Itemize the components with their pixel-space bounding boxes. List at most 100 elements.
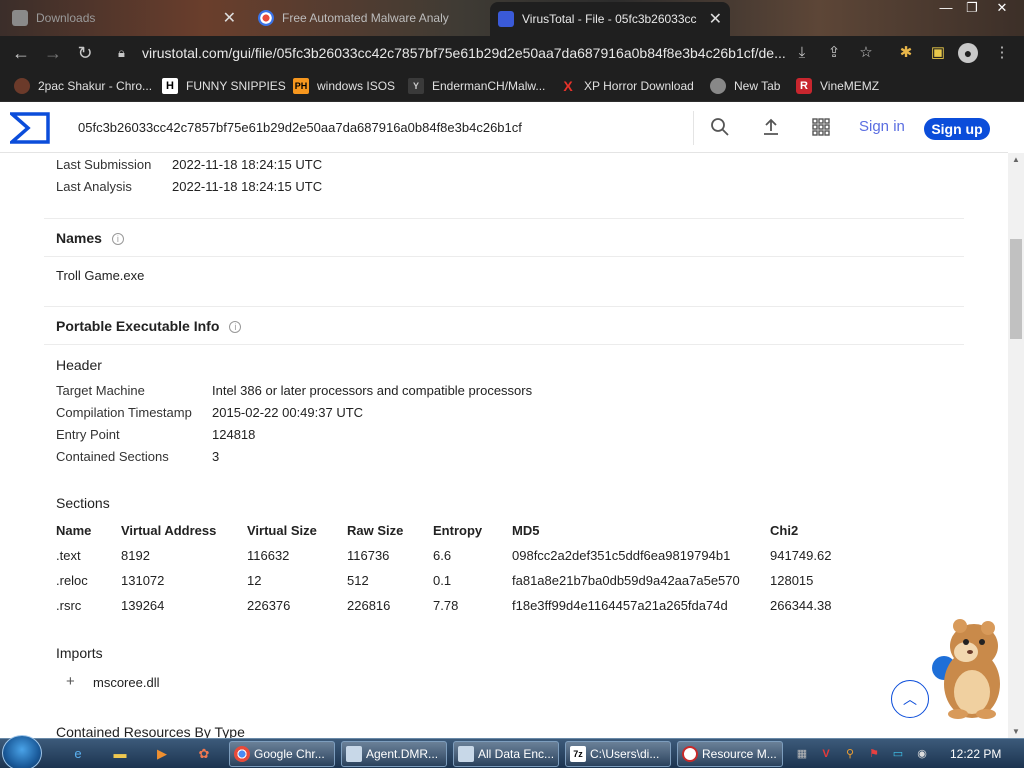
- chevron-up-icon: ︿: [903, 691, 917, 707]
- entry-point-label: Entry Point: [56, 427, 120, 442]
- divider: [44, 218, 964, 219]
- scroll-to-top-button[interactable]: ︿: [891, 680, 929, 718]
- tab-virustotal[interactable]: VirusTotal - File - 05fc3b26033cc ✕: [490, 2, 730, 36]
- more-menu-icon[interactable]: ⋮: [992, 43, 1012, 63]
- expand-plus-icon[interactable]: +: [66, 673, 75, 690]
- bookmark-label: New Tab: [734, 79, 781, 93]
- table-cell: 0.1: [433, 573, 452, 588]
- pe-title-text: Portable Executable Info: [56, 318, 220, 334]
- last-analysis-label: Last Analysis: [56, 179, 132, 194]
- forward-icon[interactable]: →: [42, 42, 64, 64]
- back-icon[interactable]: ←: [10, 42, 32, 64]
- app-quicklaunch-icon[interactable]: ✿: [194, 744, 214, 764]
- maximize-icon[interactable]: ❐: [960, 0, 984, 18]
- resource-monitor-icon: [682, 746, 698, 762]
- sign-in-link[interactable]: Sign in: [859, 118, 905, 135]
- start-button-icon[interactable]: [2, 735, 42, 768]
- names-title-text: Names: [56, 230, 102, 246]
- contained-sections-label: Contained Sections: [56, 449, 169, 464]
- side-panel-icon[interactable]: ▣: [928, 43, 948, 63]
- table-cell: .text: [56, 548, 81, 563]
- target-machine-value: Intel 386 or later processors and compat…: [212, 383, 533, 398]
- bookmark-2pac[interactable]: 2pac Shakur - Chro...: [14, 76, 152, 96]
- taskbar-item-7zip[interactable]: 7z C:\Users\di...: [565, 741, 671, 767]
- x-logo-icon: X: [563, 78, 573, 94]
- contained-sections-value: 3: [212, 449, 220, 464]
- page-scrollbar[interactable]: ▲ ▼: [1008, 153, 1024, 738]
- bookmark-endermanch[interactable]: Y EndermanCH/Malw...: [408, 76, 545, 96]
- taskbar-item-resource-monitor[interactable]: Resource M...: [677, 741, 783, 767]
- column-header: Raw Size: [347, 523, 404, 538]
- globe-icon: [710, 78, 726, 94]
- address-bar[interactable]: 🔒︎ virustotal.com/gui/file/05fc3b26033cc…: [108, 40, 888, 66]
- divider: [44, 306, 964, 307]
- ycombinator-icon: Y: [408, 78, 424, 94]
- tray-volume-icon[interactable]: ◉: [914, 746, 930, 762]
- tab-title: Downloads: [36, 11, 96, 25]
- extensions-icon[interactable]: ✱: [896, 43, 916, 63]
- bookmark-label: 2pac Shakur - Chro...: [38, 79, 153, 93]
- table-cell: 226816: [347, 598, 391, 613]
- share-icon[interactable]: ⇪: [824, 43, 844, 63]
- scroll-up-arrow-icon[interactable]: ▲: [1012, 155, 1020, 164]
- table-cell: 116736: [347, 548, 390, 563]
- tray-search-icon[interactable]: ⚲: [842, 746, 858, 762]
- scrollbar-thumb[interactable]: [1010, 239, 1022, 339]
- taskbar-item-label: Google Chr...: [254, 747, 325, 761]
- bookmark-xp-horror[interactable]: X XP Horror Download: [560, 76, 694, 96]
- table-cell: 098fcc2a2def351c5ddf6ea9819794b1: [512, 548, 731, 563]
- profile-avatar-icon[interactable]: ●: [958, 43, 978, 63]
- header-subtitle: Header: [56, 357, 102, 373]
- close-tab-icon[interactable]: ✕: [709, 9, 722, 29]
- internet-explorer-icon[interactable]: e: [68, 744, 88, 764]
- folder-icon[interactable]: ▬: [110, 744, 130, 764]
- table-cell: 139264: [121, 598, 165, 613]
- bookmark-star-icon[interactable]: ☆: [856, 43, 876, 63]
- table-cell: .rsrc: [56, 598, 82, 613]
- taskbar-item-agent[interactable]: Agent.DMR...: [341, 741, 447, 767]
- contained-resources-subtitle: Contained Resources By Type: [56, 724, 245, 738]
- taskbar-clock[interactable]: 12:22 PM: [950, 747, 1001, 761]
- column-header: MD5: [512, 523, 540, 538]
- windows-taskbar: e ▬ ▶ ✿ Google Chr... Agent.DMR... All D…: [0, 735, 1024, 768]
- tab-title: Free Automated Malware Analy: [282, 11, 449, 25]
- tray-flag-icon[interactable]: ⚑: [866, 746, 882, 762]
- taskbar-item-all-data[interactable]: All Data Enc...: [453, 741, 559, 767]
- tray-monitor-icon[interactable]: ▭: [890, 746, 906, 762]
- apps-grid-icon[interactable]: [810, 117, 832, 139]
- tab-downloads[interactable]: Downloads ✕: [4, 4, 244, 32]
- sign-up-button[interactable]: Sign up: [924, 118, 990, 140]
- column-header: Virtual Size: [247, 523, 317, 538]
- scroll-down-arrow-icon[interactable]: ▼: [1012, 727, 1020, 736]
- minimize-icon[interactable]: —: [934, 0, 958, 18]
- search-icon[interactable]: [709, 117, 731, 139]
- close-tab-icon[interactable]: ✕: [223, 8, 236, 28]
- upload-icon[interactable]: [760, 117, 782, 139]
- tray-app-icon[interactable]: ▦: [794, 746, 810, 762]
- search-input[interactable]: 05fc3b26033cc42c7857bf75e61b29d2e50aa7da…: [66, 111, 694, 145]
- compilation-timestamp-value: 2015-02-22 00:49:37 UTC: [212, 405, 364, 420]
- install-app-icon[interactable]: ⤓: [792, 43, 812, 63]
- tab-malware-analysis[interactable]: Free Automated Malware Analy: [250, 4, 486, 32]
- names-section-title: Names i: [56, 230, 124, 246]
- info-icon[interactable]: i: [229, 321, 242, 333]
- close-window-icon[interactable]: ✕: [990, 0, 1014, 18]
- bookmark-vinememz[interactable]: R VineMEMZ: [796, 76, 879, 96]
- column-header: Name: [56, 523, 92, 538]
- hamster-mascot-icon[interactable]: [930, 612, 1010, 722]
- reload-icon[interactable]: ↻: [74, 42, 96, 64]
- tray-antivirus-icon[interactable]: V: [818, 746, 834, 762]
- info-icon[interactable]: i: [111, 233, 124, 245]
- bookmark-funny-snippies[interactable]: H FUNNY SNIPPIES: [162, 76, 286, 96]
- bookmark-new-tab[interactable]: New Tab: [710, 76, 780, 96]
- malware-analysis-tab-icon: [258, 10, 274, 26]
- bookmark-windows-isos[interactable]: PH windows ISOS: [293, 76, 395, 96]
- table-cell: 116632: [247, 548, 290, 563]
- divider: [44, 256, 964, 257]
- media-player-icon[interactable]: ▶: [152, 744, 172, 764]
- taskbar-item-chrome[interactable]: Google Chr...: [229, 741, 335, 767]
- taskbar-item-label: All Data Enc...: [478, 747, 555, 761]
- bookmark-label: FUNNY SNIPPIES: [186, 79, 286, 93]
- virustotal-logo-icon[interactable]: [10, 112, 50, 144]
- import-dll-name[interactable]: mscoree.dll: [93, 675, 159, 690]
